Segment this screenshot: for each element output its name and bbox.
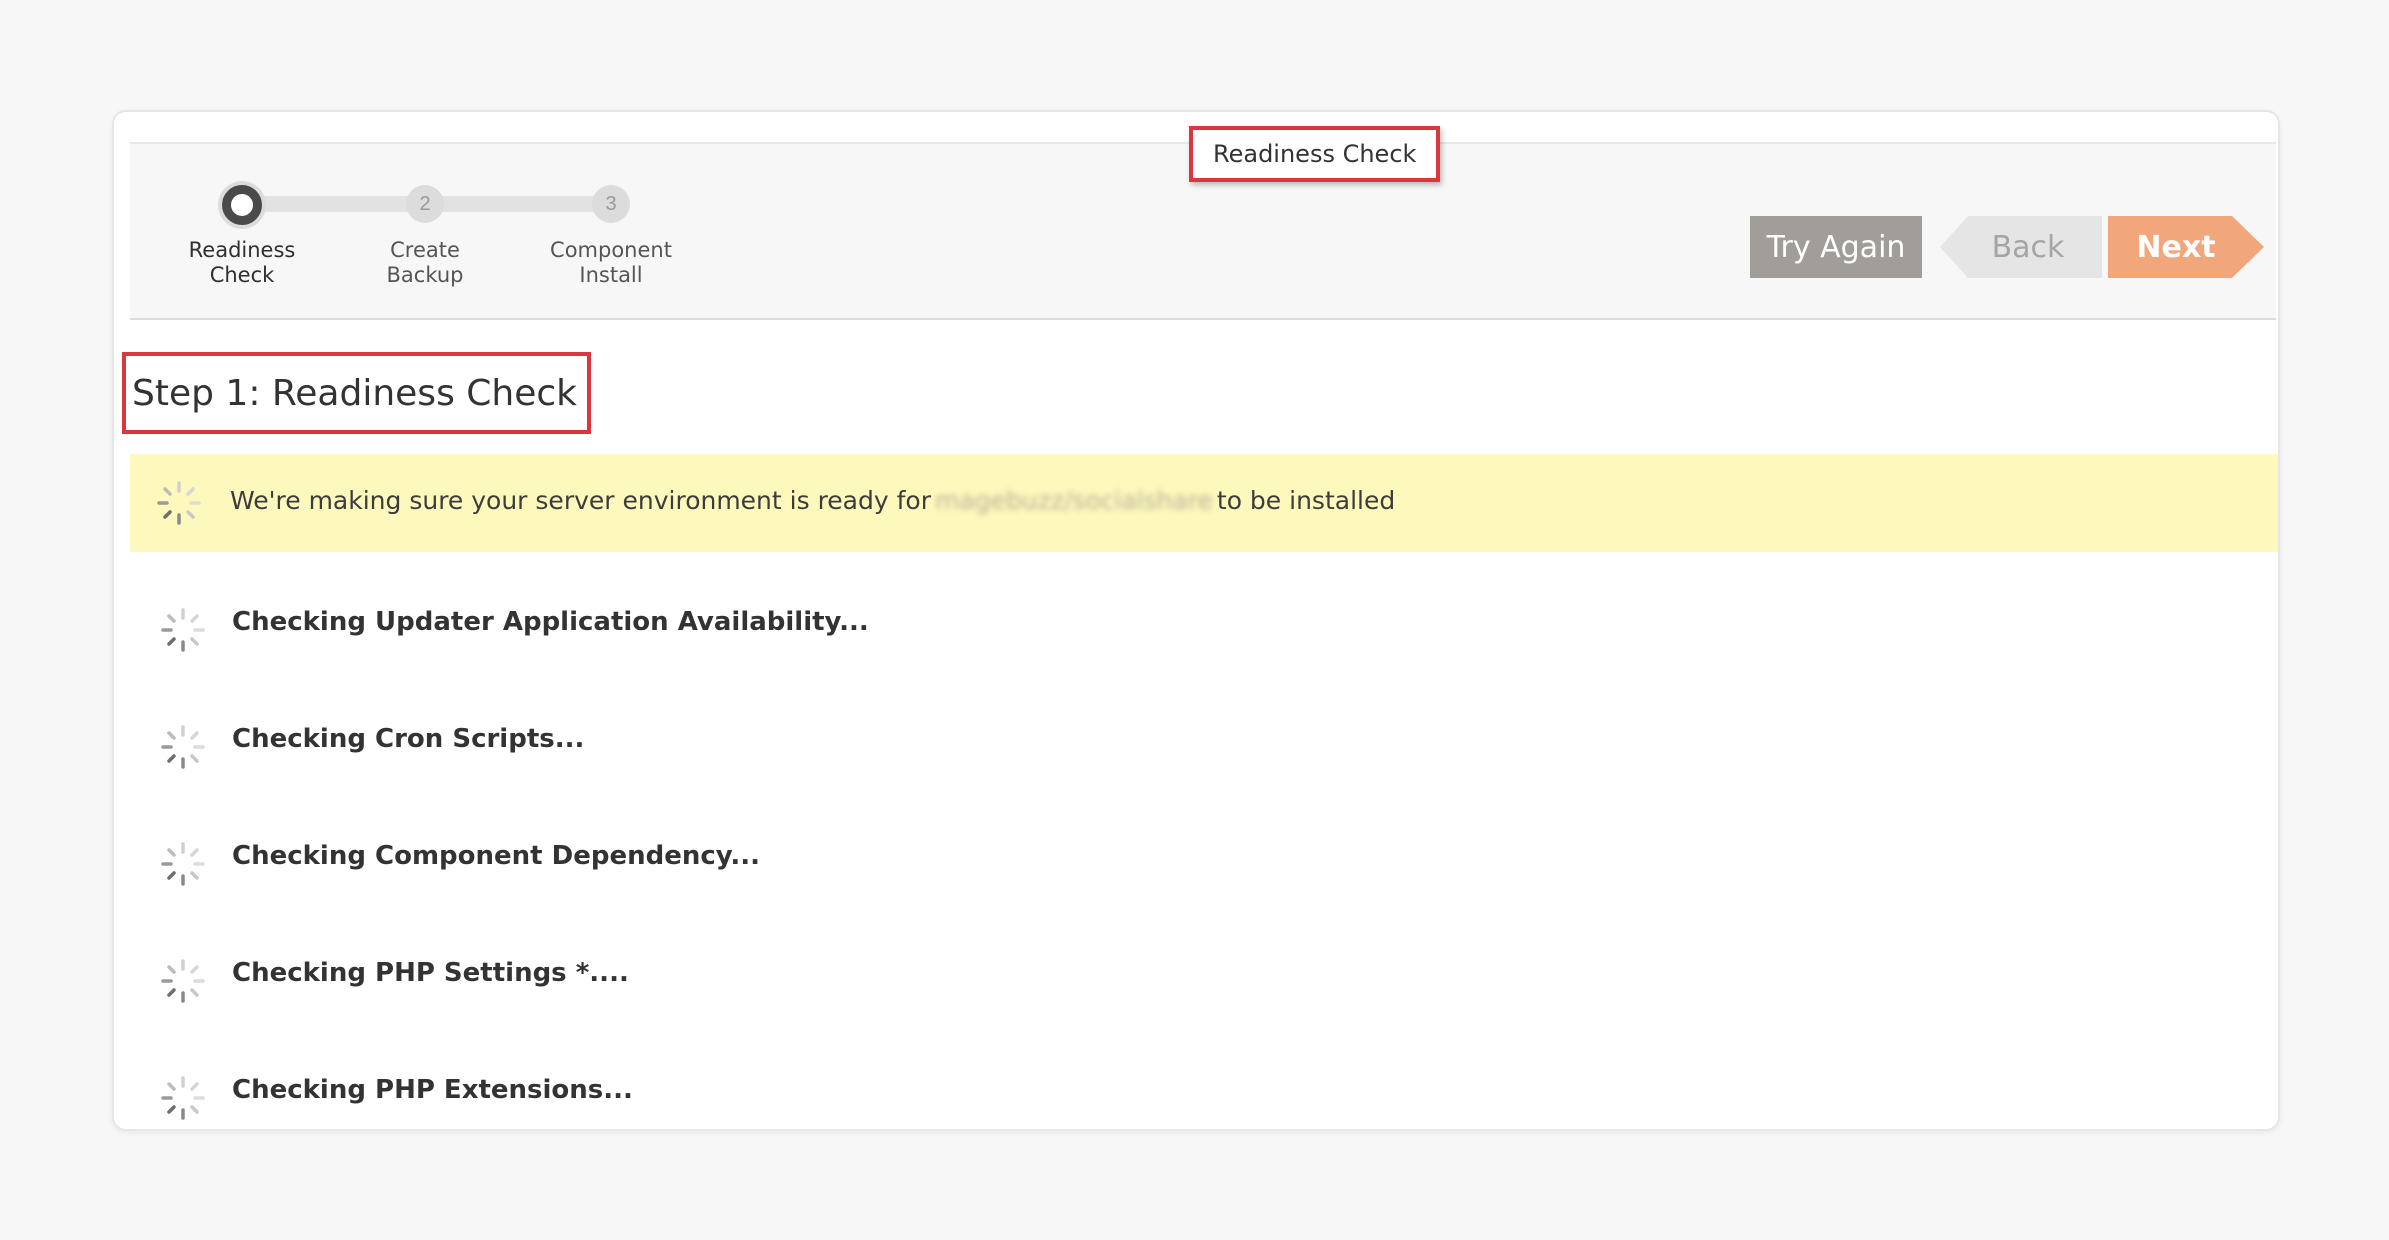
loading-spinner-icon	[161, 959, 205, 1003]
next-button[interactable]: Next	[2108, 216, 2264, 278]
wizard-title: Readiness Check	[1189, 126, 1441, 182]
wizard-card: 2 3 Readiness Check Create Backup Compon…	[112, 110, 2280, 1131]
check-label: Checking PHP Extensions...	[232, 1075, 633, 1105]
package-name: magebuzz/socialshare	[935, 486, 1213, 515]
step-2-label: Create Backup	[386, 238, 464, 287]
step-3-label: Component Install	[550, 238, 672, 287]
check-item: Checking Component Dependency...	[114, 827, 1614, 887]
readiness-notice: We're making sure your server environmen…	[130, 454, 2278, 552]
loading-spinner-icon	[161, 725, 205, 769]
notice-suffix: to be installed	[1216, 486, 1396, 515]
notice-text: We're making sure your server environmen…	[230, 486, 1395, 515]
step-2-indicator: 2	[406, 185, 444, 223]
step-3-indicator: 3	[592, 185, 630, 223]
check-label: Checking Updater Application Availabilit…	[232, 607, 869, 637]
step-3-number: 3	[605, 192, 617, 215]
check-item: Checking PHP Extensions...	[114, 1061, 1614, 1121]
loading-spinner-icon	[161, 608, 205, 652]
check-item: Checking Updater Application Availabilit…	[114, 593, 1614, 653]
loading-spinner-icon	[161, 1076, 205, 1120]
back-button[interactable]: Back	[1940, 216, 2102, 278]
notice-prefix: We're making sure your server environmen…	[230, 486, 931, 515]
step-2-number: 2	[419, 192, 431, 215]
check-item: Checking PHP Settings *....	[114, 944, 1614, 1004]
loading-spinner-icon	[157, 481, 201, 525]
page-title: Step 1: Readiness Check	[122, 352, 592, 434]
check-label: Checking Cron Scripts...	[232, 724, 585, 754]
check-item: Checking Cron Scripts...	[114, 710, 1614, 770]
step-1-indicator	[222, 185, 262, 225]
try-again-button[interactable]: Try Again	[1750, 216, 1922, 278]
step-1-label: Readiness Check	[188, 238, 296, 287]
check-label: Checking PHP Settings *....	[232, 958, 629, 988]
check-label: Checking Component Dependency...	[232, 841, 760, 871]
loading-spinner-icon	[161, 842, 205, 886]
